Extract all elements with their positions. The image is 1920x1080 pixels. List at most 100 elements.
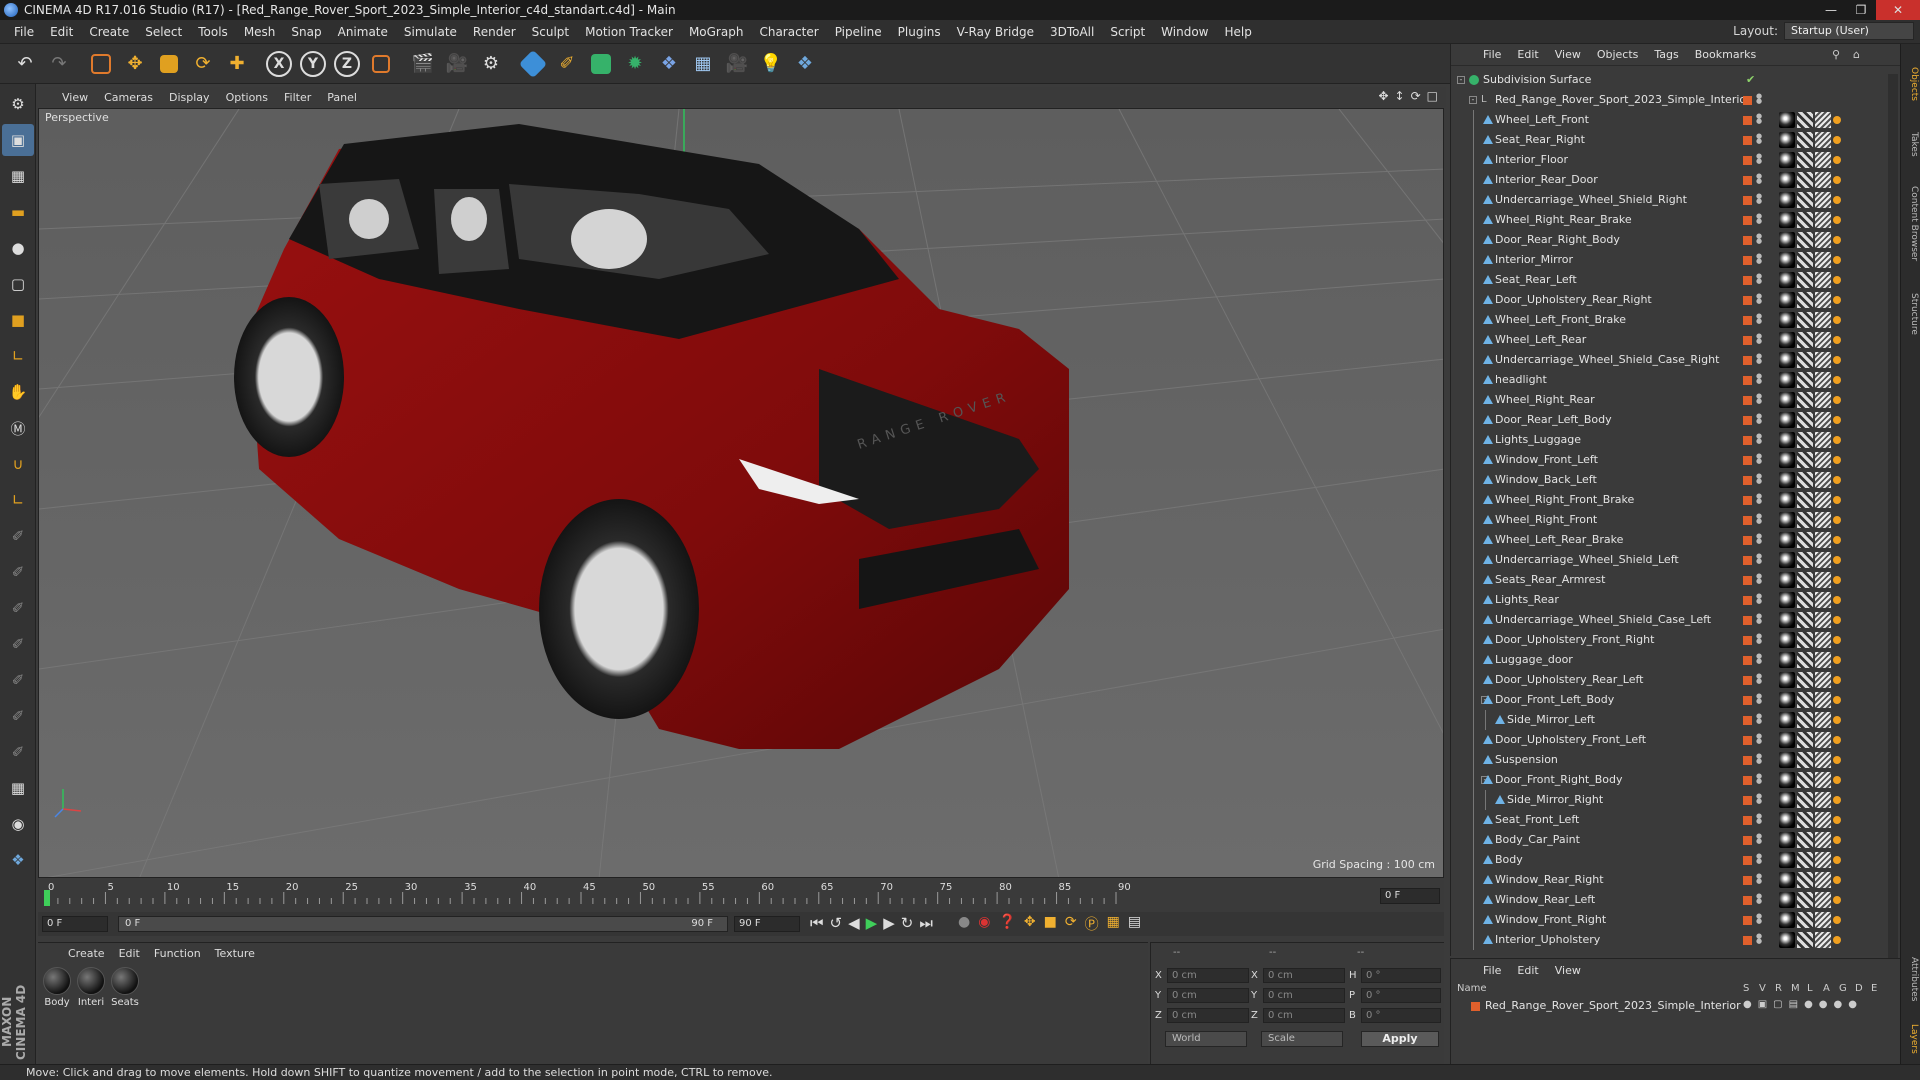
phong-tag-icon[interactable] (1833, 556, 1841, 564)
python-script-icon[interactable]: ❖ (2, 844, 34, 876)
material-body[interactable]: Body (42, 967, 72, 1008)
texture-tag-icon[interactable] (1797, 852, 1813, 868)
objects-menu-file[interactable]: File (1477, 48, 1511, 61)
uvw-tag-icon[interactable] (1815, 712, 1831, 728)
y-axis-lock-icon[interactable]: Y (296, 47, 330, 81)
playhead[interactable] (44, 890, 50, 906)
object-row[interactable]: Window_Rear_Right ● ● (1451, 870, 1897, 890)
uvw-tag-icon[interactable] (1815, 932, 1831, 948)
size-x-field[interactable]: 0 cm (1263, 968, 1345, 983)
redo-icon[interactable]: ↷ (42, 47, 76, 81)
menu-simulate[interactable]: Simulate (396, 20, 465, 44)
visibility-dots-icon[interactable]: ● ● (1756, 853, 1762, 865)
cloner-icon[interactable]: ✹ (618, 47, 652, 81)
uvw-tag-icon[interactable] (1815, 632, 1831, 648)
phong-tag-icon[interactable] (1833, 736, 1841, 744)
phong-tag-icon[interactable] (1833, 596, 1841, 604)
phong-tag-icon[interactable] (1833, 876, 1841, 884)
uvw-tag-icon[interactable] (1815, 552, 1831, 568)
phong-tag-icon[interactable] (1833, 696, 1841, 704)
phong-tag-icon[interactable] (1833, 816, 1841, 824)
layer-color-swatch[interactable] (1743, 816, 1752, 825)
uvw-tag-icon[interactable] (1815, 912, 1831, 928)
phong-tag-icon[interactable] (1833, 896, 1841, 904)
uvw-tag-icon[interactable] (1815, 132, 1831, 148)
phong-tag-icon[interactable] (1833, 516, 1841, 524)
visibility-dots-icon[interactable]: ● ● (1756, 453, 1762, 465)
material-interior[interactable]: Interi (76, 967, 106, 1008)
visibility-dots-icon[interactable]: ● ● (1756, 553, 1762, 565)
tab-structure[interactable]: Structure (1903, 284, 1919, 344)
objects-menu-objects[interactable]: Objects (1591, 48, 1649, 61)
menu-snap[interactable]: Snap (283, 20, 329, 44)
light-icon[interactable]: 💡 (754, 47, 788, 81)
object-row[interactable]: Undercarriage_Wheel_Shield_Case_Left ● ● (1451, 610, 1897, 630)
material-tag-icon[interactable] (1779, 752, 1795, 768)
layout-dropdown[interactable]: Startup (User) (1784, 22, 1914, 40)
objects-menu-bookmarks[interactable]: Bookmarks (1689, 48, 1766, 61)
texture-tag-icon[interactable] (1797, 312, 1813, 328)
visibility-dots-icon[interactable]: ● ● (1756, 873, 1762, 885)
layer-color-swatch[interactable] (1743, 416, 1752, 425)
layer-color-swatch[interactable] (1743, 256, 1752, 265)
phong-tag-icon[interactable] (1833, 656, 1841, 664)
layer-color-swatch[interactable] (1743, 796, 1752, 805)
object-row[interactable]: Wheel_Right_Front ● ● (1451, 510, 1897, 530)
go-to-end-icon[interactable]: ⏭ (919, 914, 933, 932)
enabled-checkmark-icon[interactable]: ✔ (1746, 70, 1755, 90)
material-tag-icon[interactable] (1779, 732, 1795, 748)
layer-color-swatch[interactable] (1743, 156, 1752, 165)
brush-icon-6[interactable]: ✐ (2, 700, 34, 732)
visibility-dots-icon[interactable]: ● ● (1756, 213, 1762, 225)
object-row-subdivision-surface[interactable]: - Subdivision Surface ✔ (1451, 70, 1897, 90)
layer-color-swatch[interactable] (1743, 196, 1752, 205)
menu-pipeline[interactable]: Pipeline (827, 20, 890, 44)
material-tag-icon[interactable] (1779, 692, 1795, 708)
object-row[interactable]: Wheel_Right_Rear ● ● (1451, 390, 1897, 410)
visibility-dots-icon[interactable]: ● ● (1756, 933, 1762, 945)
key-parameter-icon[interactable]: Ⓟ (1085, 914, 1099, 934)
texture-tag-icon[interactable] (1797, 552, 1813, 568)
workplane-axis-icon[interactable]: ∟ (2, 484, 34, 516)
phong-tag-icon[interactable] (1833, 356, 1841, 364)
material-tag-icon[interactable] (1779, 472, 1795, 488)
visibility-dots-icon[interactable]: ● ● (1756, 273, 1762, 285)
texture-tag-icon[interactable] (1797, 652, 1813, 668)
material-menu-texture[interactable]: Texture (211, 947, 265, 960)
texture-tag-icon[interactable] (1797, 152, 1813, 168)
points-mode-icon[interactable]: ● (2, 232, 34, 264)
object-row[interactable]: Interior_Floor ● ● (1451, 150, 1897, 170)
material-tag-icon[interactable] (1779, 712, 1795, 728)
rotate-tool-icon[interactable]: ⟳ (186, 47, 220, 81)
visibility-dots-icon[interactable]: ● ● (1756, 893, 1762, 905)
material-tag-icon[interactable] (1779, 152, 1795, 168)
snap-icon[interactable]: Ⓜ (2, 412, 34, 444)
layer-color-swatch[interactable] (1743, 116, 1752, 125)
texture-tag-icon[interactable] (1797, 792, 1813, 808)
layer-color-swatch[interactable] (1743, 676, 1752, 685)
material-tag-icon[interactable] (1779, 212, 1795, 228)
magnet-icon[interactable]: ∪ (2, 448, 34, 480)
object-row[interactable]: Door_Upholstery_Front_Left ● ● (1451, 730, 1897, 750)
visibility-dots-icon[interactable]: ● ● (1756, 353, 1762, 365)
uvw-tag-icon[interactable] (1815, 812, 1831, 828)
viewport-menu-cameras[interactable]: Cameras (98, 91, 163, 104)
uvw-tag-icon[interactable] (1815, 672, 1831, 688)
scale-mode-dropdown[interactable]: Scale (1261, 1031, 1343, 1047)
object-row[interactable]: Door_Rear_Right_Body ● ● (1451, 230, 1897, 250)
make-editable-icon[interactable]: ⚙ (2, 88, 34, 120)
position-y-field[interactable]: 0 cm (1167, 988, 1249, 1003)
object-row[interactable]: headlight ● ● (1451, 370, 1897, 390)
menu-sculpt[interactable]: Sculpt (524, 20, 577, 44)
brush-icon-1[interactable]: ✐ (2, 520, 34, 552)
uvw-tag-icon[interactable] (1815, 512, 1831, 528)
uvw-tag-icon[interactable] (1815, 772, 1831, 788)
subdivision-surface-icon[interactable] (584, 47, 618, 81)
previous-key-icon[interactable]: ↺ (830, 914, 843, 932)
object-manager-scrollbar[interactable] (1888, 74, 1898, 964)
visibility-dots-icon[interactable]: ● ● (1756, 793, 1762, 805)
layer-color-swatch[interactable] (1743, 296, 1752, 305)
object-row[interactable]: Interior_Upholstery ● ● (1451, 930, 1897, 950)
material-tag-icon[interactable] (1779, 812, 1795, 828)
scale-tool-icon[interactable] (152, 47, 186, 81)
